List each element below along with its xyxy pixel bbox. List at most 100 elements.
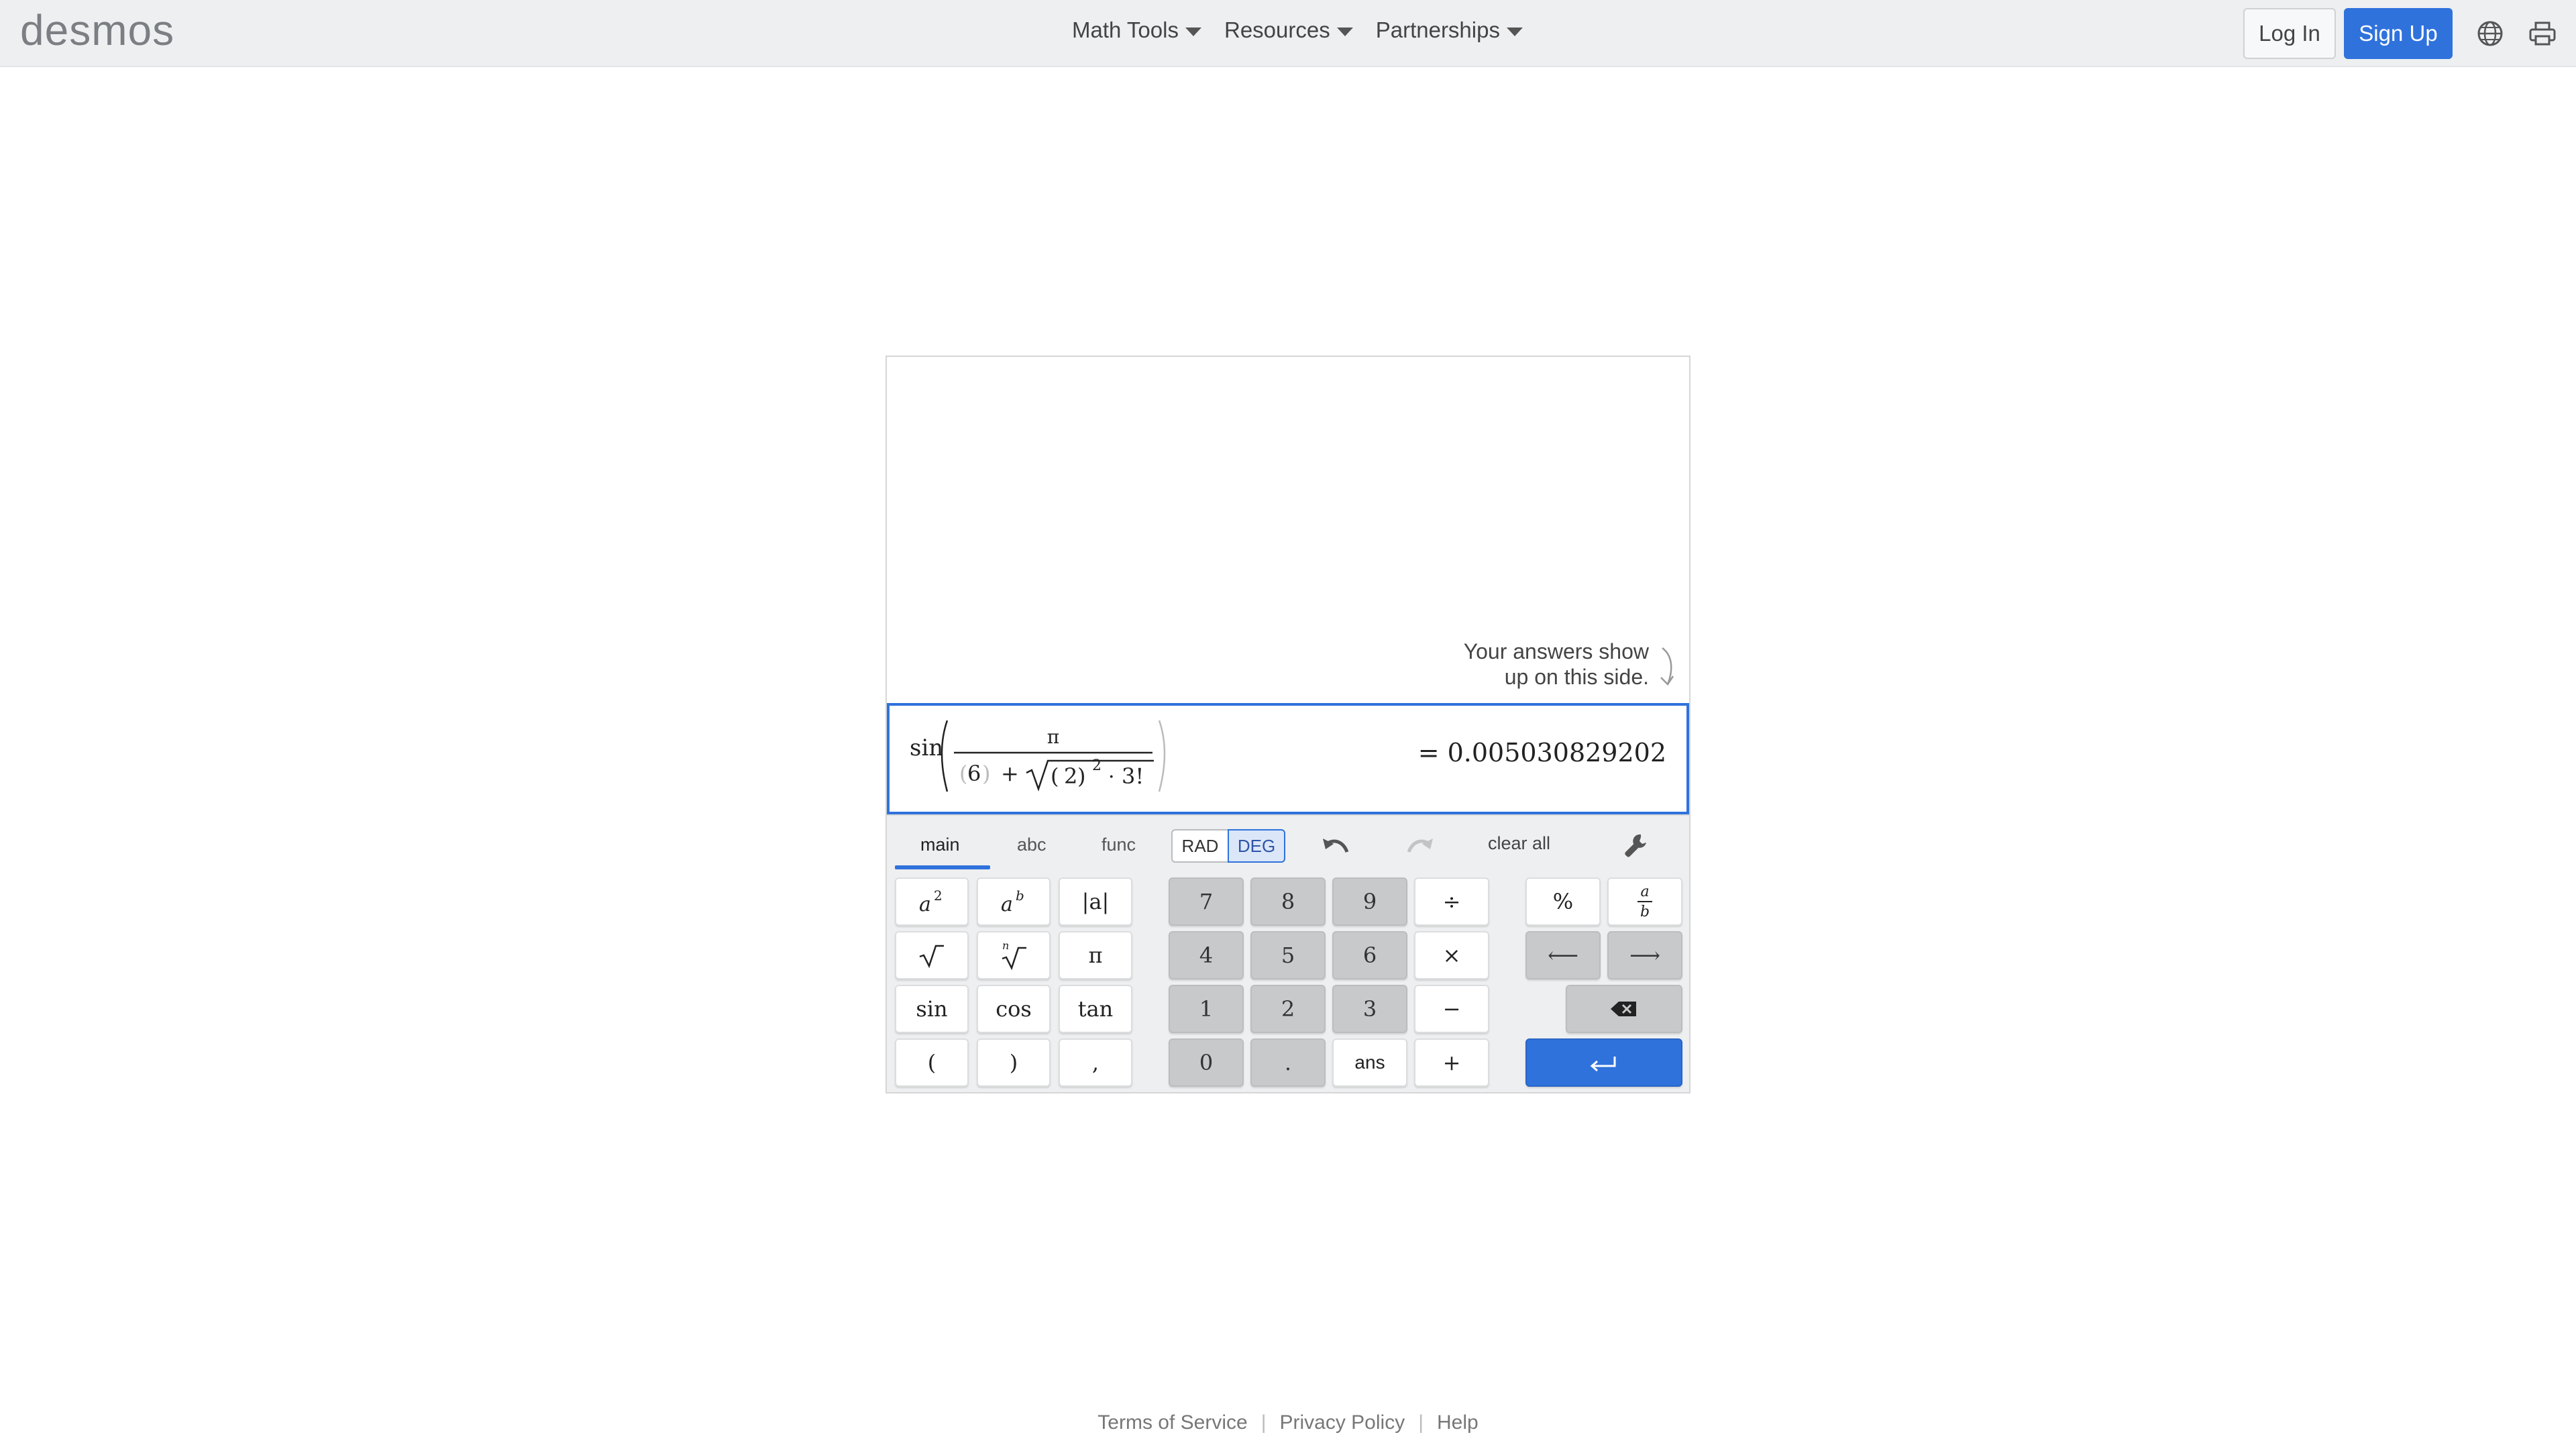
percent-key[interactable]: % <box>1525 877 1601 926</box>
deg-button[interactable]: DEG <box>1228 829 1285 863</box>
nav-resources-label: Resources <box>1224 17 1330 42</box>
sqrt-base: 2 <box>1064 763 1077 789</box>
expression-input[interactable]: sin π ( 6 ) + ( 2 ) 2 · 3! = 0.005030829… <box>887 703 1689 814</box>
nth-root-key[interactable]: n <box>977 931 1051 979</box>
footer-divider: | <box>1418 1411 1424 1434</box>
decimal-key[interactable]: . <box>1250 1038 1326 1087</box>
tab-abc[interactable]: abc <box>1017 835 1046 855</box>
enter-key[interactable] <box>1525 1038 1682 1087</box>
answer-value: = 0.005030829202 <box>1417 738 1666 767</box>
key-9[interactable]: 9 <box>1332 877 1407 926</box>
key-6[interactable]: 6 <box>1332 931 1407 979</box>
sqrt-rparen: ) <box>1077 763 1085 789</box>
sqrt-icon <box>919 945 944 969</box>
multiply-key[interactable]: × <box>1414 931 1489 979</box>
rad-button[interactable]: RAD <box>1171 829 1229 863</box>
caret-down-icon <box>1185 27 1201 36</box>
svg-text:b: b <box>1016 888 1024 904</box>
help-link[interactable]: Help <box>1437 1411 1479 1434</box>
factorial: 3! <box>1122 763 1144 789</box>
nth-root-icon: n <box>1002 940 1026 971</box>
nav-partnerships[interactable]: Partnerships <box>1376 17 1523 43</box>
keypad: main abc func RAD DEG clear all a 2 a b … <box>887 814 1689 1092</box>
backspace-key[interactable] <box>1566 985 1682 1033</box>
a-power-b-glyph: a b <box>1001 888 1024 916</box>
globe-icon[interactable] <box>2475 19 2505 48</box>
cursor-left-key[interactable]: ⟵ <box>1525 931 1601 979</box>
undo-icon[interactable] <box>1316 829 1356 863</box>
curved-arrow-down-icon <box>1660 647 1674 686</box>
key-1[interactable]: 1 <box>1169 985 1244 1033</box>
power-key[interactable]: a b <box>977 877 1051 926</box>
numerator: π <box>1047 726 1059 748</box>
wrench-icon[interactable] <box>1618 829 1652 863</box>
hint-line-2: up on this side. <box>1504 665 1649 689</box>
den-value: 6 <box>967 761 981 786</box>
svg-text:a: a <box>1001 893 1013 916</box>
den-rparen: ) <box>982 761 990 786</box>
sqrt-exponent: 2 <box>1092 757 1102 774</box>
cursor-right-key[interactable]: ⟶ <box>1607 931 1682 979</box>
plus-sign: + <box>1001 761 1019 786</box>
subtract-key[interactable]: − <box>1414 985 1489 1033</box>
comma-key[interactable]: , <box>1059 1038 1132 1087</box>
caret-down-icon <box>1336 27 1353 36</box>
key-4[interactable]: 4 <box>1169 931 1244 979</box>
clear-all-button[interactable]: clear all <box>1488 833 1550 854</box>
right-paren-key[interactable]: ) <box>977 1038 1051 1087</box>
sin-key[interactable]: sin <box>895 985 969 1033</box>
tan-key[interactable]: tan <box>1059 985 1132 1033</box>
abs-key[interactable]: |a| <box>1059 877 1132 926</box>
angle-mode-toggle: RAD DEG <box>1171 829 1285 863</box>
answer-history-panel: Your answers show up on this side. <box>887 357 1689 703</box>
print-icon[interactable] <box>2528 19 2557 48</box>
nav-math-tools[interactable]: Math Tools <box>1072 17 1201 43</box>
pi-key[interactable]: π <box>1059 931 1132 979</box>
ans-key[interactable]: ans <box>1332 1038 1407 1087</box>
fraction-key[interactable]: a b <box>1607 877 1682 926</box>
tab-func[interactable]: func <box>1102 835 1136 855</box>
svg-text:n: n <box>1002 940 1009 952</box>
fraction-glyph: a b <box>1638 883 1652 920</box>
divide-key[interactable]: ÷ <box>1414 877 1489 926</box>
math-expression: sin π ( 6 ) + ( 2 ) 2 · 3! <box>910 720 1166 792</box>
footer-divider: | <box>1260 1411 1267 1434</box>
scientific-calculator: Your answers show up on this side. sin π… <box>885 356 1690 1093</box>
square-key[interactable]: a 2 <box>895 877 969 926</box>
svg-text:2: 2 <box>934 888 943 904</box>
redo-icon[interactable] <box>1399 829 1440 863</box>
svg-text:a: a <box>1640 883 1649 900</box>
tab-main[interactable]: main <box>920 835 960 855</box>
key-5[interactable]: 5 <box>1250 931 1326 979</box>
key-3[interactable]: 3 <box>1332 985 1407 1033</box>
cos-key[interactable]: cos <box>977 985 1051 1033</box>
desmos-logo[interactable]: desmos <box>20 5 174 55</box>
answers-hint: Your answers show up on this side. <box>1464 639 1649 690</box>
caret-down-icon <box>1506 27 1523 36</box>
active-tab-indicator <box>895 865 990 869</box>
backspace-icon <box>1611 1002 1636 1016</box>
nav-partnerships-label: Partnerships <box>1375 17 1500 42</box>
dot-operator: · <box>1108 765 1115 789</box>
key-8[interactable]: 8 <box>1250 877 1326 926</box>
sqrt-lparen: ( <box>1051 763 1059 789</box>
hint-line-1: Your answers show <box>1463 639 1649 663</box>
terms-link[interactable]: Terms of Service <box>1097 1411 1247 1434</box>
privacy-link[interactable]: Privacy Policy <box>1279 1411 1405 1434</box>
sqrt-key[interactable] <box>895 931 969 979</box>
signup-button[interactable]: Sign Up <box>2344 8 2453 59</box>
main-nav: Math Tools Resources Partnerships <box>1072 17 1523 43</box>
left-paren <box>941 720 949 792</box>
den-lparen: ( <box>959 761 967 786</box>
footer: Terms of Service | Privacy Policy | Help <box>0 1411 2576 1434</box>
key-7[interactable]: 7 <box>1169 877 1244 926</box>
login-button[interactable]: Log In <box>2243 8 2336 59</box>
key-0[interactable]: 0 <box>1169 1038 1244 1087</box>
add-key[interactable]: + <box>1414 1038 1489 1087</box>
nav-resources[interactable]: Resources <box>1224 17 1353 43</box>
key-2[interactable]: 2 <box>1250 985 1326 1033</box>
svg-text:b: b <box>1640 904 1650 920</box>
nav-math-tools-label: Math Tools <box>1072 17 1179 42</box>
left-paren-key[interactable]: ( <box>895 1038 969 1087</box>
func-name: sin <box>910 735 943 761</box>
